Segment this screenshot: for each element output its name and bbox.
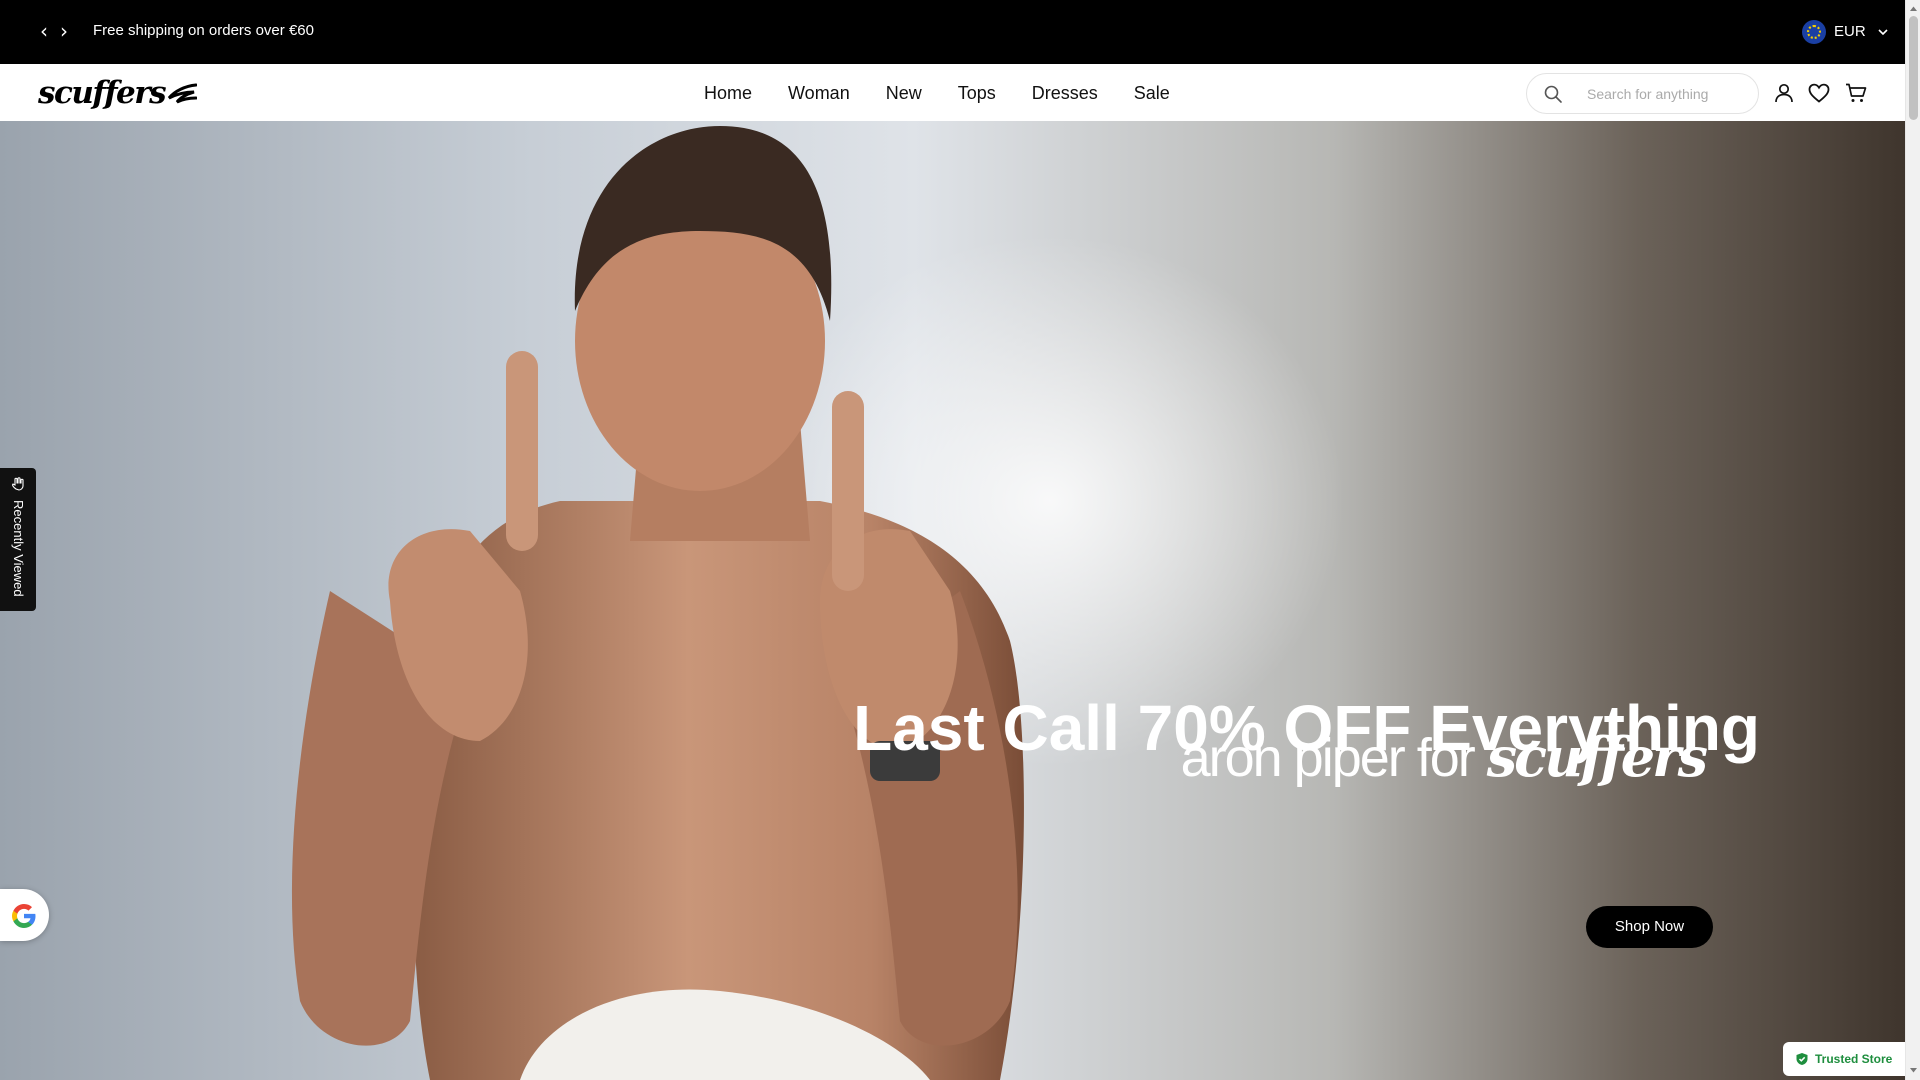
shop-now-button[interactable]: Shop Now: [1586, 906, 1713, 948]
logo-swoosh-icon: [167, 83, 198, 104]
prev-arrow-icon[interactable]: ‹: [34, 19, 54, 43]
cart-icon[interactable]: [1844, 81, 1868, 105]
trusted-store-label: Trusted Store: [1815, 1052, 1893, 1066]
nav-dresses[interactable]: Dresses: [1032, 80, 1098, 106]
nav-home[interactable]: Home: [704, 80, 752, 106]
announcement-message: Free shipping on orders over €60: [93, 22, 314, 39]
hero-banner: Last Call 70% OFF Everything aron piper …: [0, 121, 1905, 1080]
eu-flag-icon: [1802, 20, 1826, 44]
nav-tops[interactable]: Tops: [958, 80, 996, 106]
nav-new[interactable]: New: [886, 80, 922, 106]
hero-subtitle-brand: scuffers: [1486, 725, 1708, 789]
hero-subtitle-text: aron piper for: [1180, 728, 1487, 788]
hero-subtitle: aron piper for scuffers: [1100, 725, 1708, 789]
currency-code: EUR: [1834, 23, 1866, 40]
main-nav: Home Woman New Tops Dresses Sale: [704, 80, 1170, 106]
scroll-up-arrow-icon[interactable]: [1909, 4, 1918, 13]
search-input[interactable]: [1587, 83, 1747, 105]
scroll-down-arrow-icon[interactable]: [1909, 1066, 1918, 1075]
google-g-icon: [12, 904, 36, 928]
next-arrow-icon[interactable]: ›: [54, 19, 74, 43]
nav-sale[interactable]: Sale: [1134, 80, 1170, 106]
logo[interactable]: scuffers: [38, 75, 198, 111]
logo-text: scuffers: [38, 75, 167, 111]
currency-selector[interactable]: EUR: [1802, 19, 1890, 45]
account-icon[interactable]: [1772, 81, 1796, 105]
announcement-bar: ‹ › Free shipping on orders over €60 EUR: [0, 0, 1905, 64]
chevron-down-icon: [1878, 29, 1888, 36]
shield-check-icon: [1796, 1053, 1808, 1065]
page-scrollbar[interactable]: [1905, 0, 1920, 1080]
nav-woman[interactable]: Woman: [788, 80, 850, 106]
wishlist-heart-icon[interactable]: [1807, 81, 1831, 105]
trusted-store-badge[interactable]: Trusted Store: [1783, 1042, 1905, 1076]
site-header: scuffers Home Woman New Tops Dresses Sal…: [0, 64, 1905, 121]
hand-pointer-icon: [12, 477, 24, 491]
scrollbar-thumb[interactable]: [1909, 16, 1918, 120]
search-icon[interactable]: [1543, 84, 1563, 104]
search-box[interactable]: [1526, 73, 1759, 114]
recently-viewed-label: Recently Viewed: [11, 500, 26, 597]
recently-viewed-tab[interactable]: Recently Viewed: [0, 468, 36, 611]
